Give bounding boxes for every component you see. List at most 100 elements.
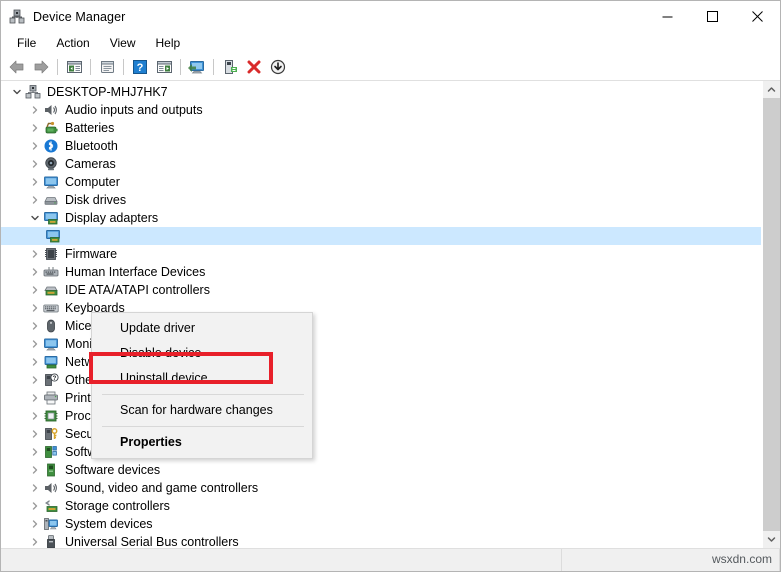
tree-row-human-interface-devices[interactable]: Human Interface Devices xyxy=(1,263,761,281)
ide-controller-icon xyxy=(43,282,60,298)
tree-row-universal-serial-bus-controllers[interactable]: Universal Serial Bus controllers xyxy=(1,533,761,548)
chevron-right-icon[interactable] xyxy=(27,155,43,173)
tree-row-display-adapters[interactable]: Display adapters xyxy=(1,209,761,227)
storage-controller-icon xyxy=(43,498,60,514)
tree-row-label: Batteries xyxy=(65,121,115,135)
tree-row-label: DESKTOP-MHJ7HK7 xyxy=(47,85,168,99)
scan-for-hardware-changes-icon[interactable] xyxy=(185,56,209,78)
watermark-text: wsxdn.com xyxy=(711,552,772,566)
chevron-down-icon[interactable] xyxy=(9,83,25,101)
menu-view[interactable]: View xyxy=(100,34,146,53)
chevron-right-icon[interactable] xyxy=(27,173,43,191)
context-menu-item-disable-device[interactable]: Disable device xyxy=(92,341,312,366)
chevron-right-icon[interactable] xyxy=(27,425,43,443)
tree-row-label: Bluetooth xyxy=(65,139,118,153)
chevron-right-icon[interactable] xyxy=(27,137,43,155)
tree-row-computer[interactable]: Computer xyxy=(1,173,761,191)
chevron-right-icon[interactable] xyxy=(27,443,43,461)
scrollbar-thumb[interactable] xyxy=(763,98,780,532)
chevron-right-icon[interactable] xyxy=(27,263,43,281)
chevron-right-icon[interactable] xyxy=(27,389,43,407)
context-menu-item-uninstall-device[interactable]: Uninstall device xyxy=(92,366,312,391)
tree-row-label: Computer xyxy=(65,175,120,189)
monitor-icon xyxy=(43,174,60,190)
chevron-right-icon[interactable] xyxy=(27,515,43,533)
tree-row-cameras[interactable]: Cameras xyxy=(1,155,761,173)
speaker-icon xyxy=(43,480,60,496)
chevron-right-icon[interactable] xyxy=(27,461,43,479)
context-menu-separator xyxy=(102,394,304,395)
context-menu-item-scan-for-hardware-changes[interactable]: Scan for hardware changes xyxy=(92,398,312,423)
camera-icon xyxy=(43,156,60,172)
chevron-right-icon[interactable] xyxy=(27,101,43,119)
chevron-right-icon[interactable] xyxy=(27,191,43,209)
chevron-right-icon[interactable] xyxy=(27,335,43,353)
battery-icon xyxy=(43,120,60,136)
disable-device-icon[interactable] xyxy=(266,56,290,78)
menu-help[interactable]: Help xyxy=(146,34,191,53)
chevron-right-icon[interactable] xyxy=(27,479,43,497)
chevron-right-icon[interactable] xyxy=(27,371,43,389)
tree-row-software-devices[interactable]: Software devices xyxy=(1,461,761,479)
chevron-down-icon[interactable] xyxy=(27,209,43,227)
device-manager-icon xyxy=(9,9,25,25)
chevron-right-icon[interactable] xyxy=(27,119,43,137)
display-adapter-icon xyxy=(45,228,62,244)
tree-row-label: Display adapters xyxy=(65,211,159,225)
show-hide-console-tree-icon[interactable] xyxy=(62,56,86,78)
uninstall-device-icon[interactable] xyxy=(242,56,266,78)
status-segment-left xyxy=(1,549,562,571)
tree-row-batteries[interactable]: Batteries xyxy=(1,119,761,137)
mouse-icon xyxy=(43,318,60,334)
scroll-up-arrow-icon[interactable] xyxy=(763,81,780,98)
chevron-right-icon[interactable] xyxy=(27,299,43,317)
toolbar-separator xyxy=(213,59,214,75)
forward-icon[interactable] xyxy=(29,56,53,78)
minimize-button[interactable] xyxy=(645,1,690,32)
chevron-right-icon[interactable] xyxy=(27,317,43,335)
properties-icon[interactable] xyxy=(95,56,119,78)
update-driver-icon[interactable] xyxy=(218,56,242,78)
help-icon[interactable]: ? xyxy=(128,56,152,78)
back-icon[interactable] xyxy=(5,56,29,78)
tree-row-firmware[interactable]: Firmware xyxy=(1,245,761,263)
tree-row-bluetooth[interactable]: Bluetooth xyxy=(1,137,761,155)
context-menu-item-properties[interactable]: Properties xyxy=(92,430,312,455)
chevron-right-icon[interactable] xyxy=(27,353,43,371)
software-component-icon xyxy=(43,444,60,460)
tree-row-display-adapter-device[interactable] xyxy=(1,227,761,245)
chevron-right-icon[interactable] xyxy=(27,497,43,515)
title-bar: Device Manager xyxy=(1,1,780,32)
tree-row-disk-drives[interactable]: Disk drives xyxy=(1,191,761,209)
tree-row-storage-controllers[interactable]: Storage controllers xyxy=(1,497,761,515)
content-area: DESKTOP-MHJ7HK7 Audio inputs and outputs… xyxy=(1,81,780,548)
tree-row-label: IDE ATA/ATAPI controllers xyxy=(65,283,210,297)
vertical-scrollbar[interactable] xyxy=(762,81,780,548)
chevron-right-icon[interactable] xyxy=(27,281,43,299)
chevron-right-icon[interactable] xyxy=(27,245,43,263)
menu-action[interactable]: Action xyxy=(46,34,99,53)
tree-row-ide-ata-atapi-controllers[interactable]: IDE ATA/ATAPI controllers xyxy=(1,281,761,299)
tree-row-system-devices[interactable]: System devices xyxy=(1,515,761,533)
menu-file[interactable]: File xyxy=(7,34,46,53)
tree-row-label: Human Interface Devices xyxy=(65,265,206,279)
tree-row-audio-inputs-and-outputs[interactable]: Audio inputs and outputs xyxy=(1,101,761,119)
device-tree[interactable]: DESKTOP-MHJ7HK7 Audio inputs and outputs… xyxy=(1,81,762,548)
chevron-right-icon[interactable] xyxy=(27,407,43,425)
svg-text:?: ? xyxy=(137,62,144,74)
scroll-down-arrow-icon[interactable] xyxy=(763,531,780,548)
firmware-icon xyxy=(43,246,60,262)
tree-row-sound-video-and-game-controllers[interactable]: Sound, video and game controllers xyxy=(1,479,761,497)
context-menu-item-update-driver[interactable]: Update driver xyxy=(92,316,312,341)
chevron-right-icon[interactable] xyxy=(27,533,43,548)
action-list-icon[interactable] xyxy=(152,56,176,78)
toolbar-separator xyxy=(57,59,58,75)
close-button[interactable] xyxy=(735,1,780,32)
tree-row-label: Sound, video and game controllers xyxy=(65,481,259,495)
maximize-button[interactable] xyxy=(690,1,735,32)
menu-bar: File Action View Help xyxy=(1,32,780,54)
software-device-icon xyxy=(43,462,60,478)
tree-row-root[interactable]: DESKTOP-MHJ7HK7 xyxy=(1,83,761,101)
context-menu: Update driver Disable device Uninstall d… xyxy=(91,312,313,459)
disk-drive-icon xyxy=(43,192,60,208)
